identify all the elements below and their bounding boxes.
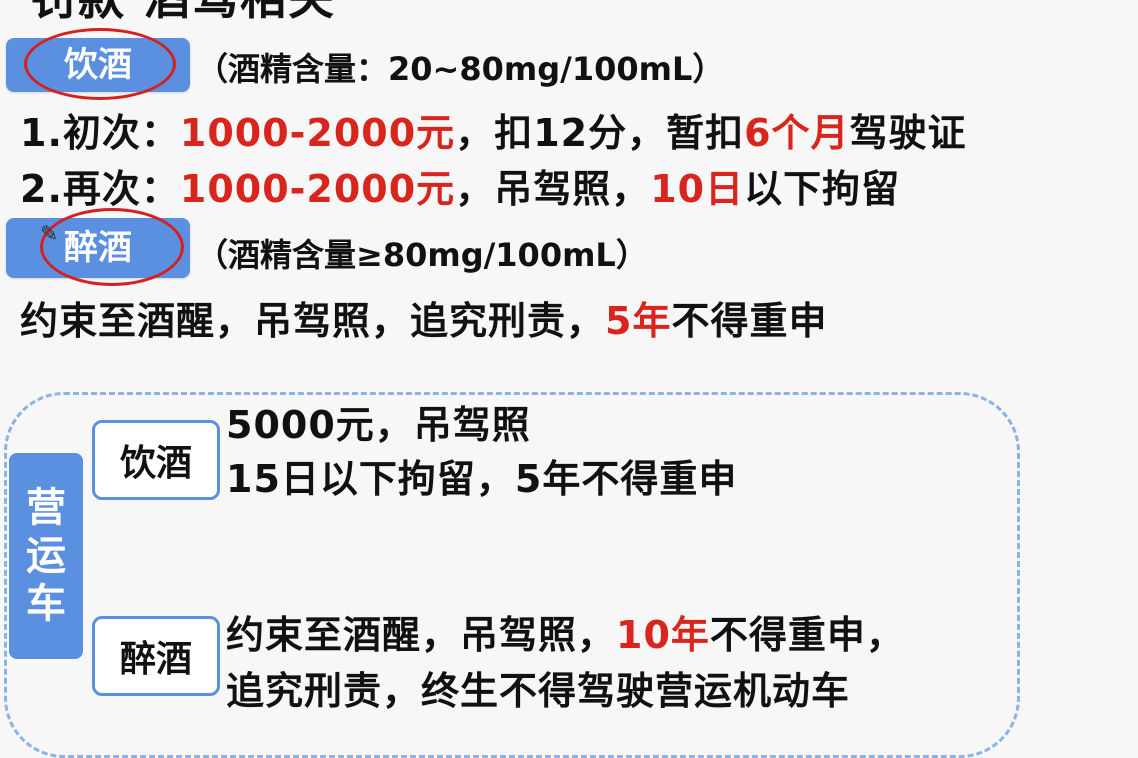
commercial-vehicle-tag: 营 运 车 [9, 453, 83, 659]
drunk-penalty-suffix: 不得重申 [671, 299, 828, 343]
commercial-drunk-line2: 追究刑责，终生不得驾驶营运机动车 [226, 669, 851, 713]
commercial-drunk-tag: 醉酒 [92, 616, 220, 696]
commercial-drink-line2: 15日以下拘留，5年不得重申 [226, 457, 738, 501]
commercial-drunk-years: 10年 [616, 613, 710, 657]
drink-first-offense: 1.初次：1000-2000元，扣12分，暂扣6个月驾驶证 [20, 102, 967, 157]
drunk-annotation-circle [40, 208, 184, 286]
commercial-drunk-line1: 约束至酒醒，吊驾照，10年不得重申， [226, 604, 905, 659]
drink-annotation-circle [24, 28, 176, 100]
commercial-drunk-suffix: 不得重申， [709, 613, 905, 657]
commercial-drunk-prefix: 约束至酒醒，吊驾照， [226, 613, 617, 657]
drink-second-mid: ，吊驾照， [455, 167, 651, 211]
drink-second-prefix: 2.再次： [20, 167, 180, 211]
side-char-1: 营 [26, 485, 66, 531]
commercial-drunk-tag-label: 醉酒 [119, 639, 192, 680]
drink-first-fine: 1000-2000元 [179, 111, 456, 155]
drink-second-fine: 1000-2000元 [179, 167, 456, 211]
side-char-2: 运 [26, 533, 66, 579]
drink-alcohol-note: （酒精含量：20~80mg/100mL） [196, 50, 725, 88]
commercial-drink-tag: 饮酒 [92, 420, 220, 500]
drink-first-prefix: 1.初次： [20, 111, 180, 155]
drink-first-suffix: 驾驶证 [849, 111, 967, 155]
drink-second-suffix: 以下拘留 [744, 167, 901, 211]
drink-first-period: 6个月 [744, 111, 850, 155]
drunk-penalty-years: 5年 [605, 299, 672, 343]
drunk-alcohol-note: （酒精含量≥80mg/100mL） [196, 236, 648, 274]
pencil-cursor-icon: ✎ [40, 222, 59, 247]
commercial-drink-tag-label: 饮酒 [119, 443, 192, 484]
page-title: 罚款 酒驾相关 [30, 0, 336, 28]
drink-second-offense: 2.再次：1000-2000元，吊驾照，10日以下拘留 [20, 158, 900, 213]
commercial-drink-line1: 5000元，吊驾照 [226, 403, 531, 447]
drunk-penalty: 约束至酒醒，吊驾照，追究刑责，5年不得重申 [20, 290, 827, 345]
drink-second-days: 10日 [650, 167, 745, 211]
side-char-3: 车 [26, 581, 66, 627]
drunk-penalty-prefix: 约束至酒醒，吊驾照，追究刑责， [20, 299, 606, 343]
drink-first-mid: ，扣12分，暂扣 [455, 111, 745, 155]
